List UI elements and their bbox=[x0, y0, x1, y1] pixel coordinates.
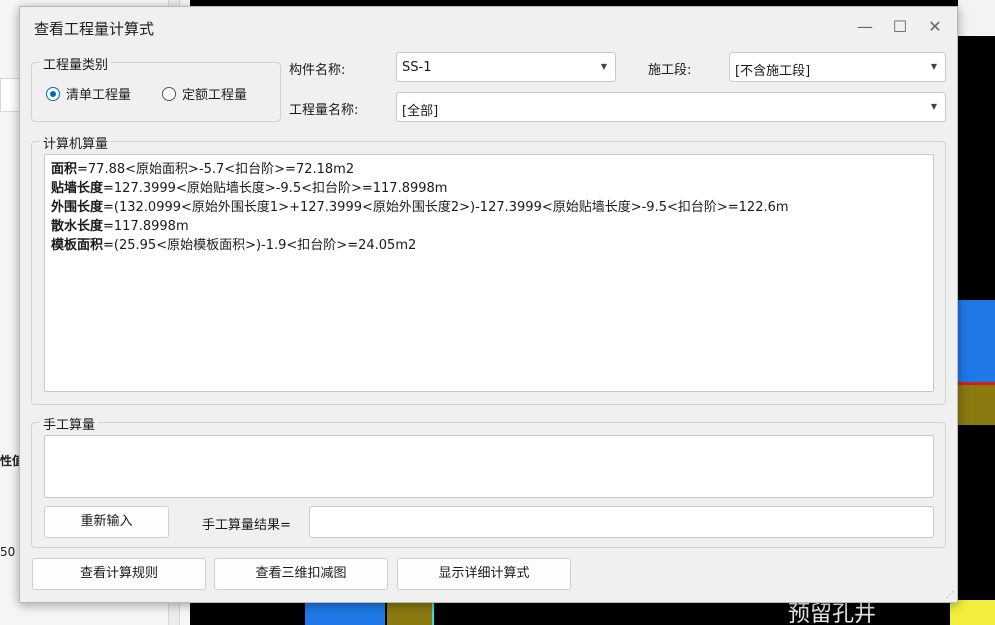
reenter-button[interactable]: 重新输入 bbox=[44, 506, 169, 538]
computer-calc-legend: 计算机算量 bbox=[40, 133, 112, 152]
view-3d-deduction-button[interactable]: 查看三维扣减图 bbox=[214, 558, 388, 590]
quantity-type-legend: 工程量类别 bbox=[40, 54, 112, 73]
close-icon[interactable]: ✕ bbox=[923, 15, 947, 39]
radio-unchecked-icon[interactable] bbox=[162, 86, 176, 101]
manual-calc-legend: 手工算量 bbox=[40, 414, 99, 433]
chevron-down-icon: ▼ bbox=[600, 62, 608, 71]
manual-calc-input[interactable] bbox=[44, 435, 934, 498]
quantity-name-select[interactable]: [全部] ▼ bbox=[396, 92, 946, 122]
radio-bill-quantity[interactable]: 清单工程量 bbox=[46, 84, 131, 103]
resize-grip-icon[interactable]: ⋰ bbox=[946, 591, 954, 599]
construction-section-label: 施工段: bbox=[648, 63, 692, 78]
view-rules-button[interactable]: 查看计算规则 bbox=[32, 558, 206, 590]
dialog-title: 查看工程量计算式 bbox=[34, 20, 155, 38]
chevron-down-icon: ▼ bbox=[930, 102, 938, 111]
minimize-icon[interactable]: — bbox=[853, 15, 877, 39]
quantity-type-group: 工程量类别 清单工程量 定额工程量 bbox=[31, 54, 281, 122]
component-name-value: SS-1 bbox=[402, 60, 432, 75]
manual-result-label: 手工算量结果= bbox=[202, 518, 291, 533]
calc-line: 外围长度=(132.0999<原始外围长度1>+127.3999<原始外围长度2… bbox=[51, 200, 789, 215]
computer-calc-text[interactable]: 面积=77.88<原始面积>-5.7<扣台阶>=72.18m2 贴墙长度=127… bbox=[44, 154, 934, 392]
quantity-formula-dialog: 查看工程量计算式 — ☐ ✕ 工程量类别 清单工程量 定额工程量 构件名称: S… bbox=[19, 6, 958, 603]
radio-quota-quantity[interactable]: 定额工程量 bbox=[162, 84, 247, 103]
radio-checked-icon[interactable] bbox=[46, 86, 60, 101]
component-name-label: 构件名称: bbox=[289, 63, 346, 78]
radio-label: 清单工程量 bbox=[66, 88, 132, 103]
calc-line: 模板面积=(25.95<原始模板面积>)-1.9<扣台阶>=24.05m2 bbox=[51, 238, 417, 253]
radio-label: 定额工程量 bbox=[182, 88, 248, 103]
computer-calc-group: 计算机算量 面积=77.88<原始面积>-5.7<扣台阶>=72.18m2 贴墙… bbox=[31, 133, 946, 405]
calc-line: 面积=77.88<原始面积>-5.7<扣台阶>=72.18m2 bbox=[51, 162, 355, 177]
dialog-titlebar[interactable]: 查看工程量计算式 — ☐ ✕ bbox=[20, 7, 957, 47]
construction-section-select[interactable]: [不含施工段] ▼ bbox=[729, 52, 946, 82]
calc-line: 贴墙长度=127.3999<原始贴墙长度>-9.5<扣台阶>=117.8998m bbox=[51, 181, 448, 196]
component-name-select[interactable]: SS-1 ▼ bbox=[396, 52, 616, 82]
maximize-icon[interactable]: ☐ bbox=[888, 15, 912, 39]
quantity-name-label: 工程量名称: bbox=[289, 103, 359, 118]
background-value: 50 bbox=[0, 545, 16, 559]
show-detail-formula-button[interactable]: 显示详细计算式 bbox=[397, 558, 571, 590]
manual-result-input[interactable] bbox=[309, 506, 934, 538]
manual-calc-group: 手工算量 重新输入 手工算量结果= bbox=[31, 414, 946, 548]
chevron-down-icon: ▼ bbox=[930, 62, 938, 71]
quantity-name-value: [全部] bbox=[402, 104, 439, 119]
calc-line: 散水长度=117.8998m bbox=[51, 219, 189, 234]
construction-section-value: [不含施工段] bbox=[735, 64, 811, 79]
